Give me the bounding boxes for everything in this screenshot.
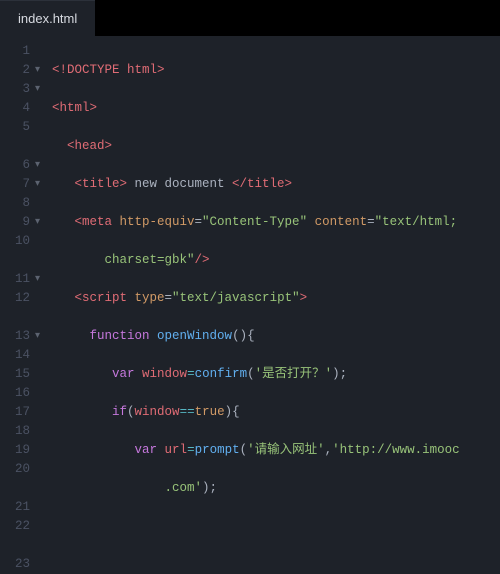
line-number [0, 536, 30, 555]
line-number: 19 [0, 441, 30, 460]
line-number [0, 251, 30, 270]
line-number: 6▾ [0, 156, 30, 175]
line-number: 22 [0, 517, 30, 536]
line-number: 20 [0, 460, 30, 479]
line-number: 17 [0, 403, 30, 422]
line-number: 5 [0, 118, 30, 137]
line-number: 4 [0, 99, 30, 118]
fold-icon[interactable]: ▾ [35, 213, 40, 232]
line-number: 12 [0, 289, 30, 308]
line-number: 3▾ [0, 80, 30, 99]
line-number: 9▾ [0, 213, 30, 232]
fold-icon[interactable]: ▾ [35, 80, 40, 99]
fold-icon[interactable]: ▾ [35, 61, 40, 80]
line-number: 11▾ [0, 270, 30, 289]
fold-icon[interactable]: ▾ [35, 270, 40, 289]
tab-label: index.html [18, 11, 77, 26]
line-number: 14 [0, 346, 30, 365]
code-area[interactable]: <!DOCTYPE html> <html> <head> <title> ne… [38, 36, 500, 505]
line-number [0, 479, 30, 498]
line-number: 23 [0, 555, 30, 574]
line-number: 15 [0, 365, 30, 384]
line-number: 10 [0, 232, 30, 251]
line-number: 18 [0, 422, 30, 441]
code-editor[interactable]: 1 2▾ 3▾ 4 5 6▾ 7▾ 8 9▾ 10 11▾ 12 13▾ 14 … [0, 36, 500, 505]
fold-icon[interactable]: ▾ [35, 175, 40, 194]
fold-icon[interactable]: ▾ [35, 327, 40, 346]
line-number: 1 [0, 42, 30, 61]
line-number: 7▾ [0, 175, 30, 194]
line-number: 16 [0, 384, 30, 403]
line-number [0, 308, 30, 327]
line-number: 8 [0, 194, 30, 213]
line-number [0, 137, 30, 156]
line-number: 13▾ [0, 327, 30, 346]
line-number: 21 [0, 498, 30, 517]
tab-index-html[interactable]: index.html [0, 0, 95, 36]
tab-bar: index.html [0, 0, 500, 36]
fold-icon[interactable]: ▾ [35, 156, 40, 175]
line-number: 2▾ [0, 61, 30, 80]
line-gutter: 1 2▾ 3▾ 4 5 6▾ 7▾ 8 9▾ 10 11▾ 12 13▾ 14 … [0, 36, 38, 505]
